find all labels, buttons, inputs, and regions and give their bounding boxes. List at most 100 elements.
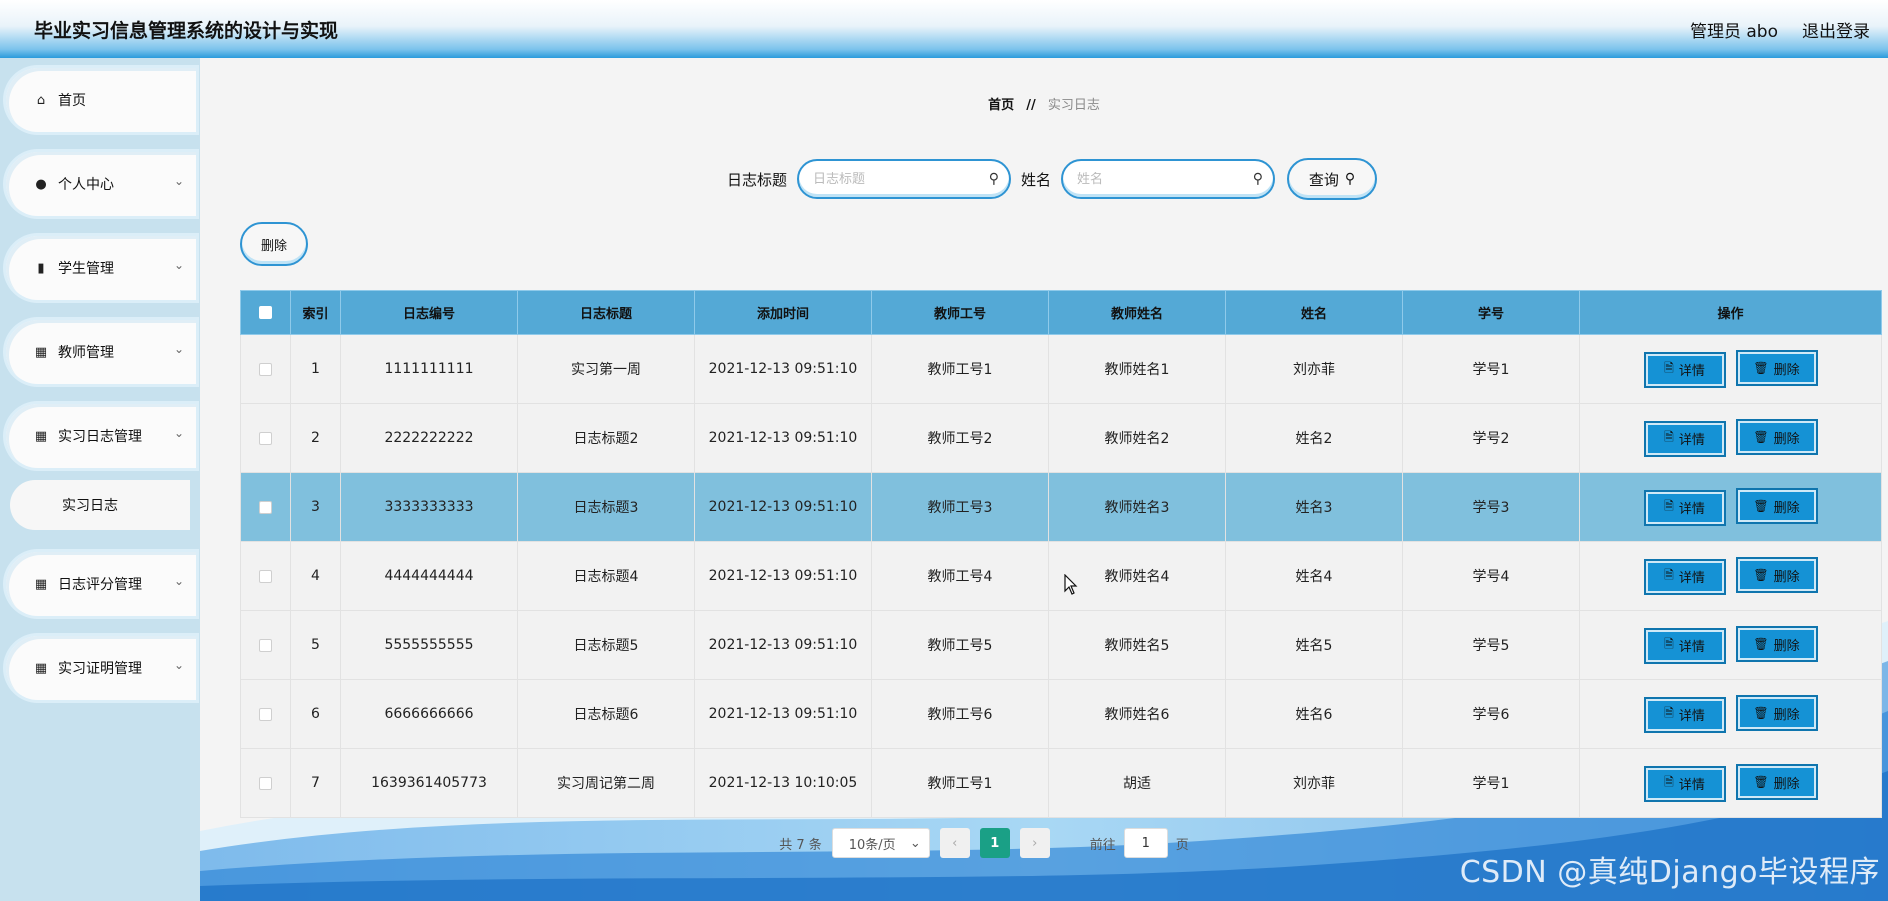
row-select-cell — [240, 472, 291, 542]
table-row[interactable]: 3 3333333333 日志标题3 2021-12-13 09:51:10 教师工号3… — [240, 472, 1882, 542]
table-header-row: 索引 日志编号 日志标题 添加时间 教师工号 教师姓名 姓名 学号 操作 — [240, 290, 1882, 335]
sidebar-item-label: 学生管理 — [58, 261, 114, 277]
log-title: 日志标题6 — [517, 679, 695, 749]
logout-link[interactable]: 退出登录 — [1802, 17, 1870, 42]
column-header: 姓名 — [1225, 290, 1403, 335]
teacher-name: 教师姓名3 — [1048, 472, 1226, 542]
delete-row-button[interactable]: 🗑 删除 — [1735, 488, 1818, 525]
page-size-select[interactable]: 10条/页 ⌄ — [831, 828, 930, 858]
chevron-down-icon: ⌄ — [173, 658, 184, 672]
goto-page-input[interactable]: 1 — [1123, 828, 1168, 858]
sidebar-item-log-management[interactable]: ▦ 实习日志管理 ⌄ — [6, 404, 196, 468]
detail-button[interactable]: 🗎 详情 — [1643, 696, 1726, 733]
next-page-button[interactable]: › — [1019, 828, 1050, 858]
student-name: 姓名2 — [1225, 403, 1403, 473]
detail-button-label: 详情 — [1678, 709, 1705, 725]
column-header: 教师工号 — [871, 290, 1049, 335]
sidebar-item-log-score-management[interactable]: ▦ 日志评分管理 ⌄ — [6, 552, 196, 616]
row-checkbox[interactable] — [259, 500, 272, 514]
log-title: 实习周记第二周 — [517, 748, 695, 818]
row-checkbox[interactable] — [259, 362, 272, 376]
table-row[interactable]: 5 5555555555 日志标题5 2021-12-13 09:51:10 教师工号5… — [240, 610, 1882, 680]
delete-row-button[interactable]: 🗑 删除 — [1735, 695, 1818, 732]
detail-button[interactable]: 🗎 详情 — [1643, 351, 1726, 388]
column-header: 学号 — [1402, 290, 1580, 335]
student-number: 学号1 — [1402, 748, 1580, 818]
table-row[interactable]: 4 4444444444 日志标题4 2021-12-13 09:51:10 教师工号4… — [240, 541, 1882, 611]
delete-row-button[interactable]: 🗑 删除 — [1735, 557, 1818, 594]
sidebar-item-teacher-management[interactable]: ▦ 教师管理 ⌄ — [6, 320, 196, 384]
delete-button-label: 删除 — [1773, 500, 1800, 516]
table-row[interactable]: 2 2222222222 日志标题2 2021-12-13 09:51:10 教师工号2… — [240, 403, 1882, 473]
current-page-button[interactable]: 1 — [979, 828, 1010, 858]
sidebar-item-certificate-management[interactable]: ▦ 实习证明管理 ⌄ — [6, 636, 196, 700]
student-name: 姓名6 — [1225, 679, 1403, 749]
student-number: 学号5 — [1402, 610, 1580, 680]
detail-button-label: 详情 — [1678, 640, 1705, 656]
document-icon: 🗎 — [1664, 568, 1674, 583]
batch-delete-button[interactable]: 删除 — [240, 222, 308, 266]
detail-button[interactable]: 🗎 详情 — [1643, 489, 1726, 526]
chevron-down-icon: ⌄ — [173, 426, 184, 440]
row-select-cell — [240, 748, 291, 818]
detail-button[interactable]: 🗎 详情 — [1643, 558, 1726, 595]
row-checkbox[interactable] — [259, 431, 272, 445]
table-row[interactable]: 6 6666666666 日志标题6 2021-12-13 09:51:10 教师工号6… — [240, 679, 1882, 749]
detail-button[interactable]: 🗎 详情 — [1643, 627, 1726, 664]
sidebar-item-student-management[interactable]: ▮ 学生管理 ⌄ — [6, 236, 196, 300]
page-jump: 前往 1 页 — [1090, 828, 1189, 858]
search-bar: 日志标题 ⚲ 姓名 ⚲ 查询 ⚲ — [727, 158, 1378, 200]
teacher-number: 教师工号6 — [871, 679, 1049, 749]
detail-button[interactable]: 🗎 详情 — [1643, 765, 1726, 802]
delete-row-button[interactable]: 🗑 删除 — [1735, 764, 1818, 801]
sidebar-item-label: 教师管理 — [58, 345, 114, 361]
delete-row-button[interactable]: 🗑 删除 — [1735, 350, 1818, 387]
student-number: 学号4 — [1402, 541, 1580, 611]
row-select-cell — [240, 610, 291, 680]
title-search-input[interactable] — [813, 171, 989, 187]
delete-row-button[interactable]: 🗑 删除 — [1735, 626, 1818, 663]
sidebar-item-label: 个人中心 — [58, 177, 114, 193]
teacher-name: 教师姓名2 — [1048, 403, 1226, 473]
row-index: 5 — [290, 610, 341, 680]
table-row[interactable]: 1 1111111111 实习第一周 2021-12-13 09:51:10 教师工号1… — [240, 334, 1882, 404]
grid-icon: ▦ — [34, 576, 48, 592]
log-number: 5555555555 — [340, 610, 518, 680]
log-title: 日志标题2 — [517, 403, 695, 473]
column-header: 日志标题 — [517, 290, 695, 335]
breadcrumb-home[interactable]: 首页 — [988, 98, 1014, 113]
log-title: 实习第一周 — [517, 334, 695, 404]
grid-icon: ▦ — [34, 660, 48, 676]
teacher-name: 教师姓名1 — [1048, 334, 1226, 404]
delete-button-label: 删除 — [1773, 776, 1800, 792]
prev-page-button[interactable]: ‹ — [939, 828, 970, 858]
top-header: 毕业实习信息管理系统的设计与实现 管理员 abo 退出登录 — [0, 0, 1888, 58]
column-header: 操作 — [1579, 290, 1882, 335]
row-checkbox[interactable] — [259, 569, 272, 583]
select-all-checkbox[interactable] — [259, 306, 272, 319]
chevron-right-icon: › — [1032, 835, 1038, 851]
sidebar-item-label: 实习证明管理 — [58, 661, 142, 677]
student-name: 刘亦菲 — [1225, 334, 1403, 404]
header-user-area: 管理员 abo 退出登录 — [1690, 17, 1870, 42]
sidebar-subitem-internship-log[interactable]: 实习日志 — [10, 480, 190, 530]
row-select-cell — [240, 334, 291, 404]
search-icon: ⚲ — [1252, 171, 1264, 187]
document-icon: 🗎 — [1664, 706, 1674, 721]
query-button[interactable]: 查询 ⚲ — [1287, 158, 1378, 200]
teacher-number: 教师工号3 — [871, 472, 1049, 542]
log-number: 2222222222 — [340, 403, 518, 473]
column-header: 日志编号 — [340, 290, 518, 335]
row-checkbox[interactable] — [259, 638, 272, 652]
row-checkbox[interactable] — [259, 707, 272, 721]
detail-button[interactable]: 🗎 详情 — [1643, 420, 1726, 457]
student-number: 学号2 — [1402, 403, 1580, 473]
student-number: 学号3 — [1402, 472, 1580, 542]
log-table: 索引 日志编号 日志标题 添加时间 教师工号 教师姓名 姓名 学号 操作 1 11… — [240, 290, 1882, 818]
row-checkbox[interactable] — [259, 776, 272, 790]
sidebar-item-personal-center[interactable]: ● 个人中心 ⌄ — [6, 152, 196, 216]
sidebar-item-home[interactable]: ⌂ 首页 — [6, 68, 196, 132]
name-search-input[interactable] — [1077, 171, 1253, 187]
delete-row-button[interactable]: 🗑 删除 — [1735, 419, 1818, 456]
table-row[interactable]: 7 1639361405773 实习周记第二周 2021-12-13 10:10:05… — [240, 748, 1882, 818]
